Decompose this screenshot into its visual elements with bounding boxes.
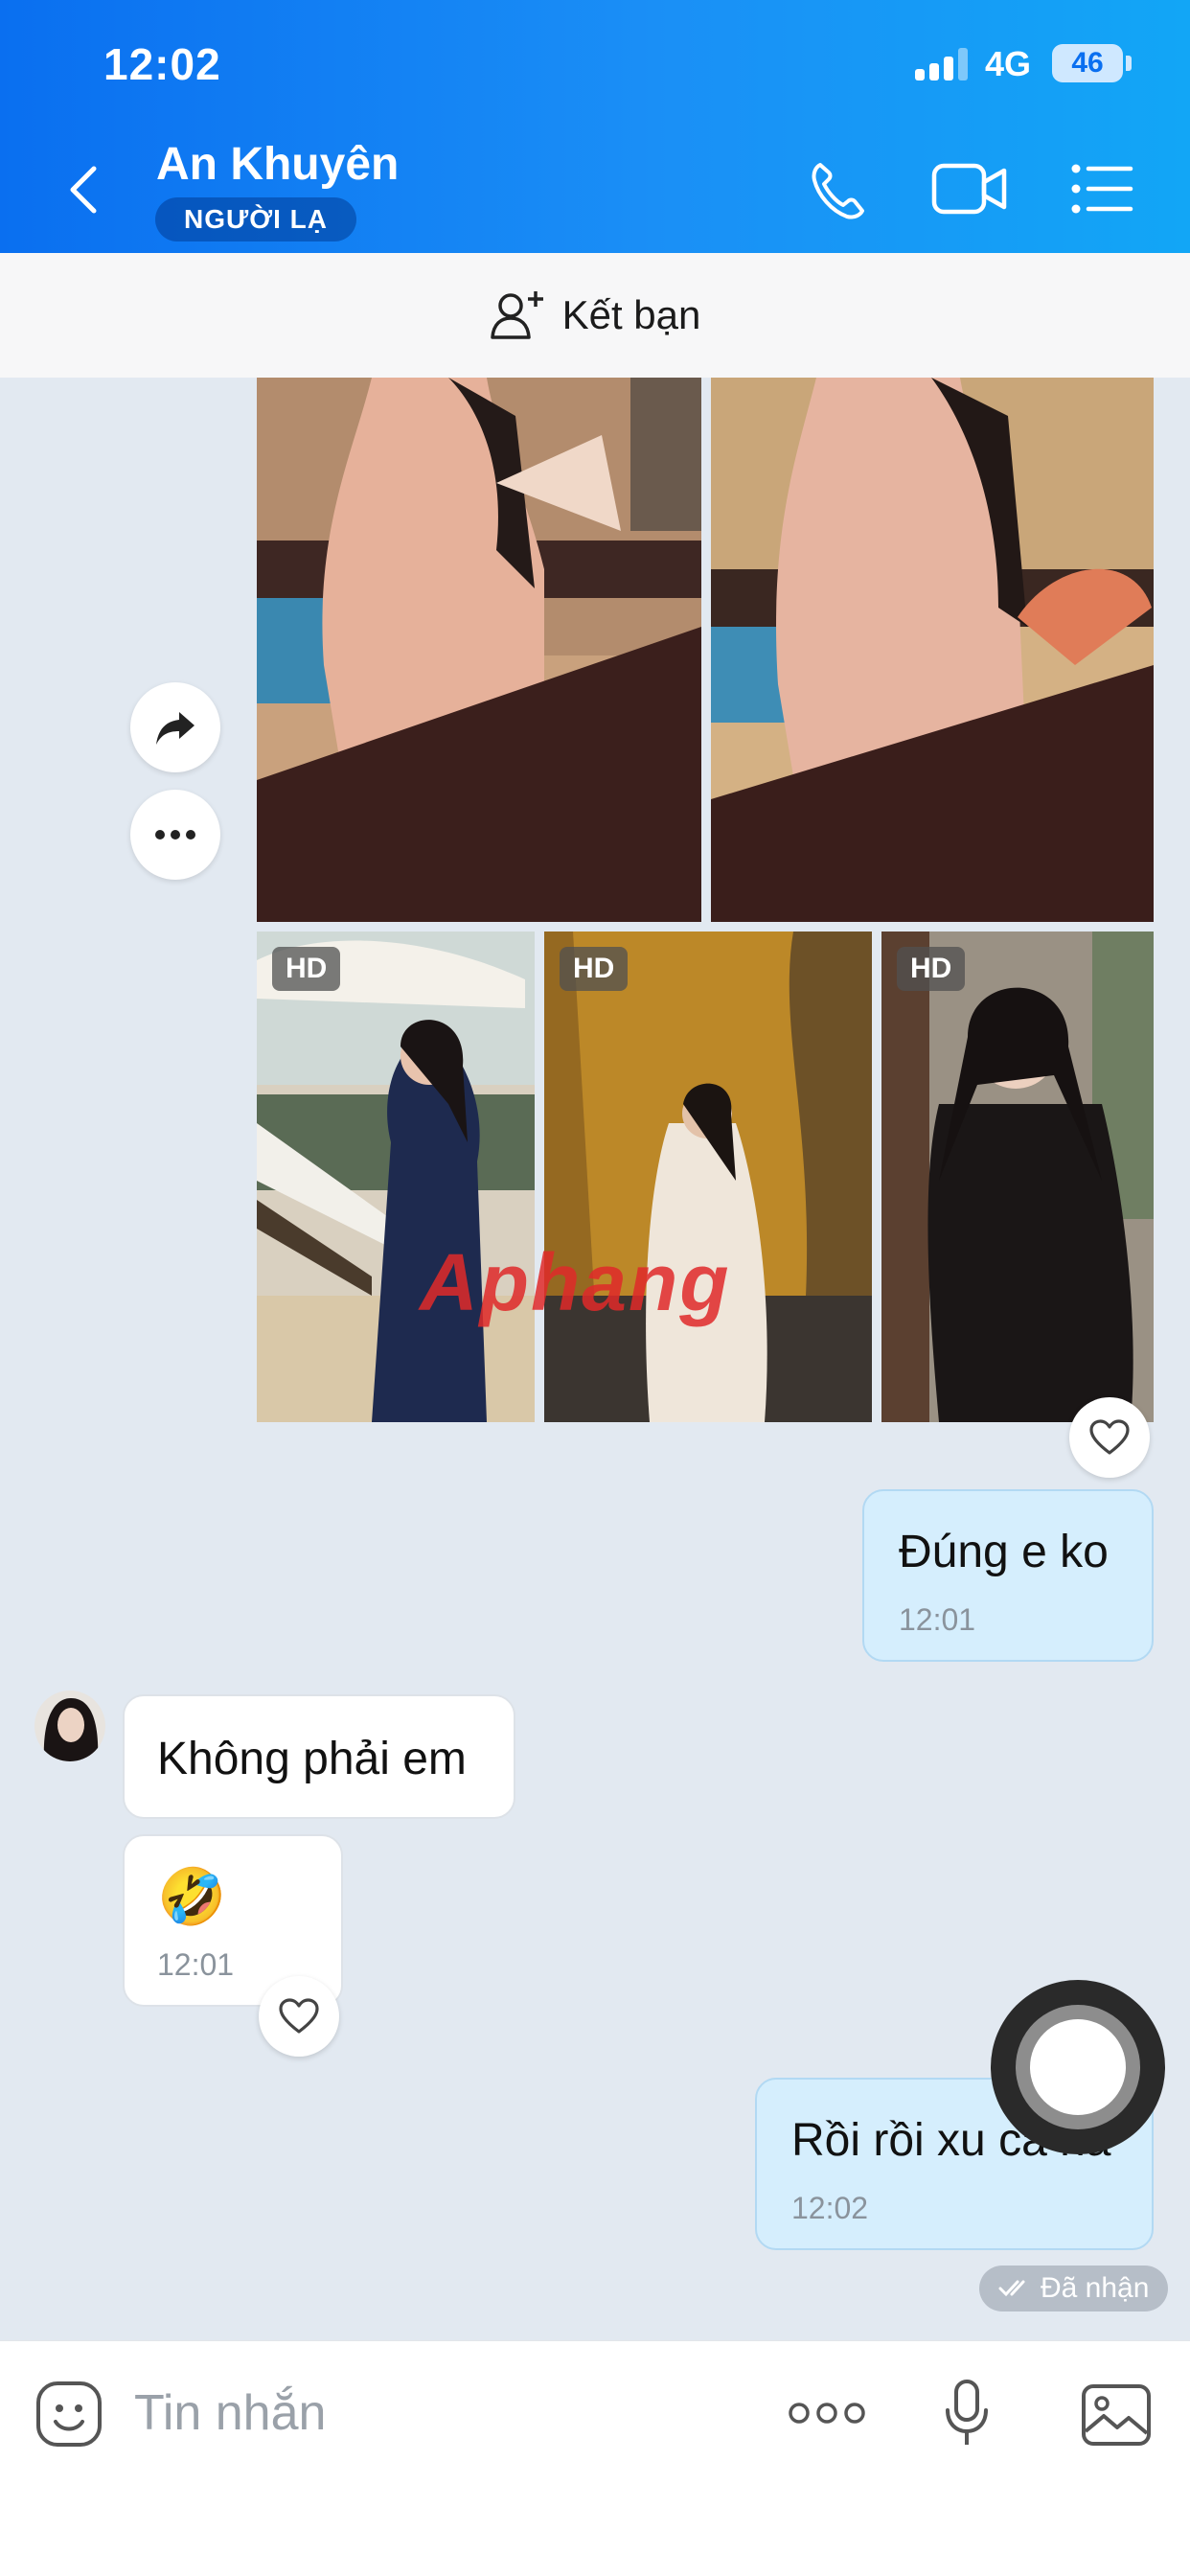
photo-2[interactable] (711, 378, 1154, 922)
contact-avatar[interactable] (34, 1690, 105, 1761)
assistive-touch-button[interactable] (991, 1980, 1165, 2154)
message-time: 12:02 (791, 2191, 869, 2225)
stranger-badge: NGƯỜI LẠ (155, 197, 356, 242)
more-dots-icon (789, 2403, 865, 2424)
photo-4[interactable]: HD (544, 932, 872, 1422)
video-call-button[interactable] (931, 161, 1008, 221)
menu-list-icon (1071, 164, 1133, 214)
react-heart-button[interactable] (259, 1976, 339, 2057)
message-text: Đúng e ko (899, 1527, 1109, 1577)
more-options-button[interactable] (130, 790, 220, 880)
add-friend-button[interactable]: Kết bạn (0, 253, 1190, 378)
battery-icon: 46 (1052, 44, 1123, 82)
react-heart-button[interactable] (1069, 1397, 1150, 1478)
photo-5[interactable]: HD (881, 932, 1154, 1422)
chevron-left-icon (70, 166, 97, 214)
hd-badge: HD (272, 947, 341, 991)
chat-header: 12:02 4G 46 An Khuyên NGƯỜI LẠ (0, 0, 1190, 253)
signal-icon (915, 48, 969, 80)
sticker-face-icon (36, 2381, 102, 2447)
image-picker-button[interactable] (1081, 2383, 1152, 2451)
network-type: 4G (985, 44, 1032, 83)
phone-call-button[interactable] (807, 153, 868, 229)
video-camera-icon (931, 163, 1007, 215)
delivery-status-label: Đã nhận (1041, 2272, 1150, 2304)
share-button[interactable] (130, 682, 220, 772)
outgoing-message[interactable]: Đúng e ko 12:01 (862, 1489, 1154, 1662)
voice-message-button[interactable] (943, 2378, 991, 2453)
double-check-icon (998, 2280, 1025, 2297)
battery-tip (1126, 56, 1132, 71)
message-time: 12:01 (157, 1947, 235, 1982)
incoming-message[interactable]: Không phải em (123, 1694, 515, 1819)
heart-icon (1089, 1419, 1130, 1455)
message-time: 12:01 (899, 1602, 976, 1637)
more-actions-button[interactable] (788, 2401, 866, 2430)
back-button[interactable] (56, 155, 113, 224)
add-friend-label: Kết bạn (561, 292, 701, 337)
microphone-icon (946, 2380, 988, 2445)
message-text: Không phải em (157, 1734, 467, 1784)
sticker-button[interactable] (34, 2380, 103, 2453)
share-arrow-icon (156, 712, 195, 745)
emoji-laughing: 🤣 (157, 1866, 227, 1928)
photo-1[interactable] (257, 378, 701, 922)
heart-icon (279, 1998, 319, 2034)
hd-badge: HD (897, 947, 966, 991)
status-time: 12:02 (103, 39, 221, 89)
image-gallery-icon (1082, 2384, 1151, 2446)
menu-button[interactable] (1071, 163, 1134, 219)
phone-icon (812, 163, 864, 219)
hd-badge: HD (560, 947, 629, 991)
delivery-status: Đã nhận (979, 2266, 1169, 2312)
more-dots-icon (155, 830, 195, 840)
photo-3[interactable]: HD (257, 932, 535, 1422)
composer-bar (0, 2340, 1190, 2576)
contact-name[interactable]: An Khuyên (156, 138, 399, 191)
add-person-icon (490, 291, 543, 339)
message-input[interactable] (134, 2378, 747, 2449)
watermark: Aphang (420, 1237, 731, 1327)
